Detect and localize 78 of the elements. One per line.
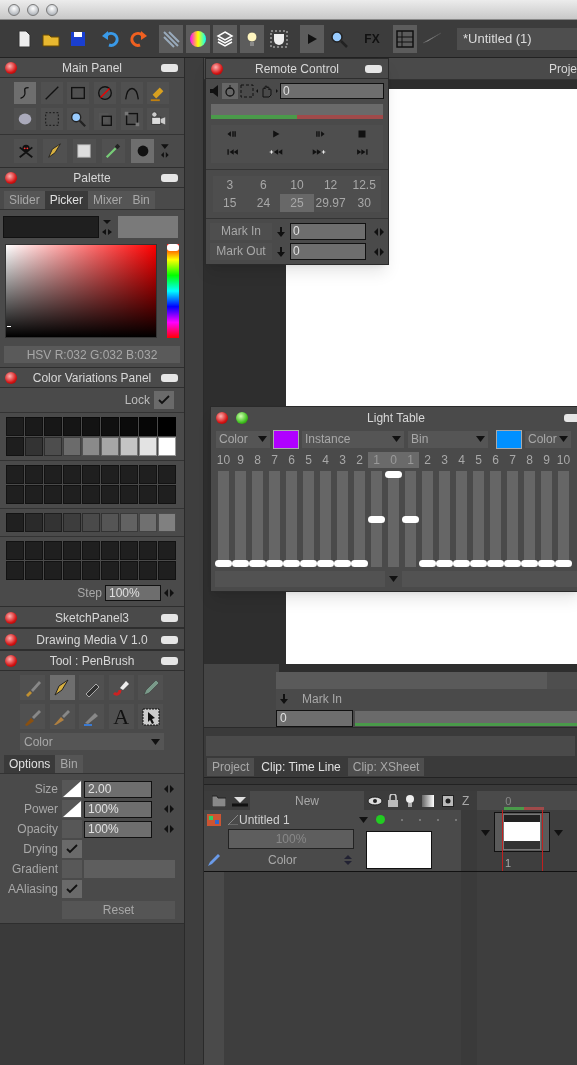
frame-rate-option[interactable]: 30 xyxy=(347,194,381,212)
layer-offset-label[interactable]: 9 xyxy=(538,452,555,468)
reset-button[interactable]: Reset xyxy=(62,901,175,919)
value-field[interactable]: 2.00 xyxy=(84,780,152,798)
layer-offset-label[interactable]: 8 xyxy=(249,452,266,468)
frame-rate-option[interactable]: 25 xyxy=(280,194,314,212)
layer-offset-label[interactable]: 3 xyxy=(436,452,453,468)
mark-field[interactable]: 0 xyxy=(290,223,366,240)
frame-rate-option[interactable]: 10 xyxy=(280,176,314,194)
layer-offset-label[interactable]: 6 xyxy=(283,452,300,468)
layer-offset-label[interactable]: 10 xyxy=(215,452,232,468)
palette-tab[interactable]: Slider xyxy=(4,191,45,209)
layer-offset-label[interactable]: 6 xyxy=(487,452,504,468)
window-title: Proje xyxy=(549,60,577,78)
option-label: Gradient xyxy=(10,861,59,878)
layer-offset-label[interactable]: 7 xyxy=(266,452,283,468)
layer-offset-label[interactable]: 2 xyxy=(419,452,436,468)
frame-rate-option[interactable]: 24 xyxy=(246,194,281,212)
panel-title: Main Panel xyxy=(61,59,122,77)
option-label: Opacity xyxy=(16,821,59,838)
option-label: Drying xyxy=(22,841,59,858)
layer-offset-label[interactable]: 2 xyxy=(351,452,368,468)
palette-tab[interactable]: Mixer xyxy=(88,191,128,209)
mark-label: Mark In xyxy=(210,223,272,240)
step-field[interactable]: 100% xyxy=(105,585,161,601)
document-field[interactable]: *Untitled (1) xyxy=(457,27,577,50)
timeline-tab[interactable]: Project xyxy=(207,758,255,776)
layer-offset-label[interactable]: 9 xyxy=(232,452,249,468)
step-label: Step xyxy=(77,585,102,602)
layer-offset-label[interactable]: 4 xyxy=(453,452,470,468)
mark-field[interactable]: 0 xyxy=(290,243,366,260)
window-title: Light Table xyxy=(367,410,425,427)
new-layer-button[interactable]: New xyxy=(250,791,364,810)
value-field[interactable]: 100% xyxy=(84,820,152,838)
layer-offset-label[interactable]: 5 xyxy=(470,452,487,468)
palette-tab[interactable]: Picker xyxy=(44,191,89,209)
layer-offset-label[interactable]: 10 xyxy=(555,452,572,468)
frame-rate-option[interactable]: 15 xyxy=(213,194,247,212)
panel-title: SketchPanel3 xyxy=(54,609,130,627)
frame-rate-option[interactable]: 29.97 xyxy=(313,194,348,212)
frame-rate-option[interactable]: 6 xyxy=(246,176,281,194)
layer-offset-label[interactable]: 8 xyxy=(521,452,538,468)
tool-button[interactable]: A xyxy=(108,704,134,729)
value-field[interactable]: 100% xyxy=(84,800,152,818)
frame-rate-option[interactable]: 3 xyxy=(213,176,247,194)
timeline-tab[interactable]: Clip: XSheet xyxy=(347,758,425,776)
layer-offset-label[interactable]: 5 xyxy=(300,452,317,468)
frame-rate-option[interactable]: 12.5 xyxy=(347,176,381,194)
options-tab[interactable]: Options xyxy=(4,755,56,773)
frame-number: 1 xyxy=(505,856,512,871)
z-label: Z xyxy=(462,792,470,810)
frame-counter-field[interactable]: 0 xyxy=(280,83,384,99)
blend-mode[interactable]: Color xyxy=(268,851,297,869)
option-label: Power xyxy=(23,801,59,818)
panel-title: Color Variations Panel xyxy=(32,369,152,387)
panel-title: Drawing Media V 1.0 xyxy=(36,631,148,649)
mark-in-field[interactable]: 0 xyxy=(276,709,353,727)
color-readout: HSV R:032 G:032 B:032 xyxy=(4,346,180,363)
panel-title: Tool : PenBrush xyxy=(49,652,135,670)
layer-offset-label[interactable]: 3 xyxy=(334,452,351,468)
option-label: AAliasing xyxy=(6,881,59,898)
bin-dropdown[interactable]: Bin xyxy=(408,430,488,448)
mode-dropdown[interactable]: Color xyxy=(216,430,270,448)
options-tab[interactable]: Bin xyxy=(55,755,83,773)
layer-offset-label[interactable]: 7 xyxy=(504,452,521,468)
mark-in-label: Mark In xyxy=(302,691,342,708)
mark-label: Mark Out xyxy=(210,243,272,260)
panel-title: Remote Control xyxy=(254,60,339,78)
palette-tab[interactable]: Bin xyxy=(127,191,155,209)
lock-label: Lock xyxy=(124,392,150,409)
mode-dropdown[interactable]: Color xyxy=(525,430,571,448)
instance-dropdown[interactable]: Instance xyxy=(302,430,404,448)
mode-dropdown[interactable]: Color xyxy=(20,733,164,750)
frame-rate-option[interactable]: 12 xyxy=(313,176,348,194)
layer-offset-label[interactable]: 4 xyxy=(317,452,334,468)
layer-name[interactable]: Untitled 1 xyxy=(239,810,359,829)
panel-title: Palette xyxy=(73,169,111,187)
option-label: Size xyxy=(33,781,59,798)
